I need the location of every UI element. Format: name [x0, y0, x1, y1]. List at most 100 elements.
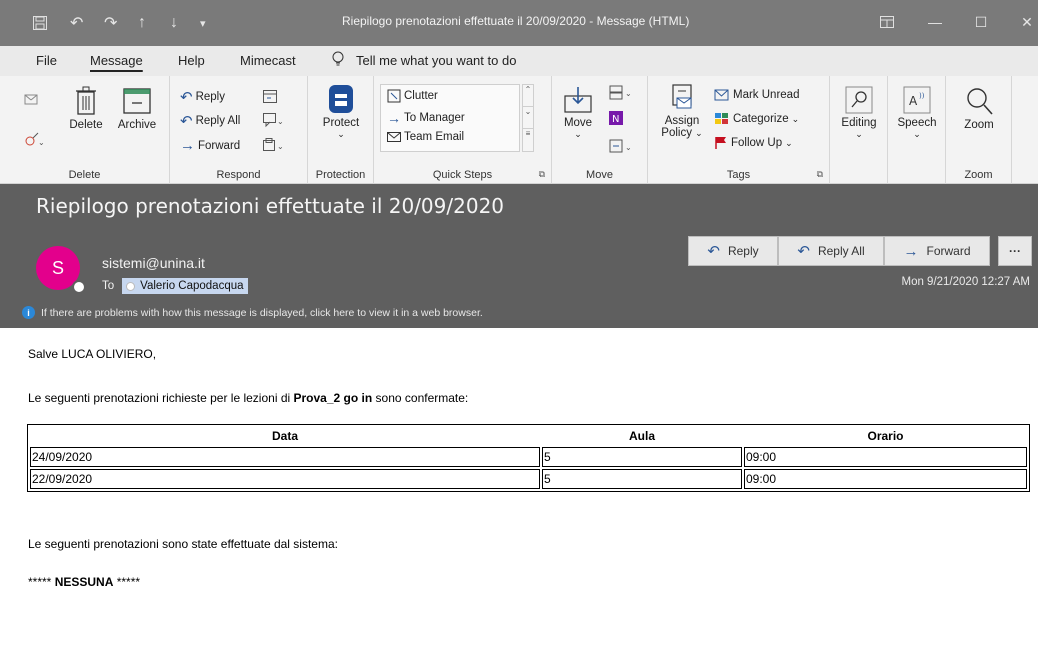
move-button[interactable]: Move ⌄ — [558, 86, 598, 140]
speech-button[interactable]: A)) Speech ⌄ — [892, 86, 942, 140]
tell-me-search[interactable]: Tell me what you want to do — [356, 53, 516, 68]
table-cell-room: 5 — [542, 447, 742, 467]
meeting-reply-icon[interactable] — [262, 88, 278, 104]
info-bar[interactable]: i If there are problems with how this me… — [22, 306, 483, 319]
editing-label: Editing — [841, 117, 877, 129]
dialog-launcher-icon[interactable]: ⧉ — [817, 169, 823, 180]
bookings-table: Data Aula Orario 24/09/2020 5 09:00 22/0… — [27, 424, 1030, 492]
sender-address[interactable]: sistemi@unina.it — [102, 255, 205, 271]
forward-arrow-icon: → — [180, 137, 195, 154]
policy-label: Policy — [661, 127, 692, 139]
clutter-icon — [387, 89, 401, 103]
group-label-protection: Protection — [315, 169, 366, 181]
svg-text:A: A — [909, 94, 918, 108]
assign-policy-button[interactable]: Assign Policy ⌄ — [656, 84, 708, 139]
more-actions-button[interactable]: ··· — [998, 236, 1032, 266]
svg-text:⌄: ⌄ — [277, 117, 284, 126]
flag-icon — [715, 137, 726, 149]
group-label-zoom: Zoom — [964, 169, 993, 181]
table-cell-room: 5 — [542, 469, 742, 489]
archive-button[interactable]: Archive — [112, 86, 162, 131]
forward-button[interactable]: → Forward — [180, 137, 240, 154]
actions-icon[interactable]: ⌄ — [608, 138, 634, 154]
svg-text:⌄: ⌄ — [277, 142, 284, 151]
close-icon[interactable]: ✕ — [1012, 10, 1038, 34]
categorize-button[interactable]: Categorize ⌄ — [714, 112, 799, 126]
tab-message[interactable]: Message — [90, 53, 143, 68]
group-respond: ↶ Reply ↶ Reply All → Forward ⌄ ⌄ Respon… — [170, 76, 308, 184]
group-editing: Editing ⌄ — [830, 76, 888, 184]
reply-all-button-header[interactable]: ↶ Reply All — [778, 236, 884, 266]
restore-ribbon-icon[interactable] — [872, 10, 902, 34]
delete-button[interactable]: Delete — [64, 86, 108, 131]
maximize-icon[interactable]: ☐ — [966, 10, 996, 34]
reply-button[interactable]: ↶ Reply — [180, 88, 225, 106]
speech-icon: A)) — [903, 86, 931, 114]
categorize-dropdown-icon: ⌄ — [791, 113, 800, 124]
group-label-tags: Tags — [726, 169, 751, 181]
mark-unread-button[interactable]: Mark Unread — [714, 88, 799, 102]
forward-label: Forward — [198, 139, 241, 152]
speech-dropdown-icon: ⌄ — [913, 129, 921, 139]
svg-text:⌄: ⌄ — [625, 143, 632, 152]
reply-icon: ↶ — [180, 89, 193, 106]
protect-button[interactable]: Protect ⌄ — [314, 84, 368, 140]
envelope-icon — [714, 89, 729, 101]
group-move: Move ⌄ ⌄ N ⌄ Move — [552, 76, 648, 184]
follow-up-button[interactable]: Follow Up ⌄ — [714, 136, 793, 150]
column-header: Orario — [867, 429, 904, 443]
editing-button[interactable]: Editing ⌄ — [834, 86, 884, 140]
intro-text-end: sono confermate: — [372, 391, 469, 405]
rules-icon[interactable]: ⌄ — [608, 84, 634, 100]
envelope-icon — [387, 132, 401, 142]
tab-help[interactable]: Help — [178, 53, 205, 68]
reply-button-header[interactable]: ↶ Reply — [688, 236, 778, 266]
down-arrow-icon[interactable]: ↓ — [170, 12, 178, 34]
follow-up-dropdown-icon: ⌄ — [785, 137, 793, 148]
minimize-icon[interactable]: — — [920, 10, 950, 34]
recipient-chip[interactable]: Valerio Capodacqua — [122, 278, 248, 294]
more-respond-icon[interactable]: ⌄ — [262, 137, 284, 153]
tab-mimecast[interactable]: Mimecast — [240, 53, 296, 68]
quick-step-team-email[interactable]: Team Email — [387, 131, 464, 143]
save-icon[interactable] — [32, 12, 48, 34]
quick-steps-scroll[interactable]: ⌃ ⌄ ≡ — [522, 84, 534, 152]
forward-label: Forward — [926, 244, 971, 258]
onenote-icon[interactable]: N — [608, 110, 624, 126]
course-name: Prova_2 go in — [293, 391, 373, 405]
forward-button-header[interactable]: → Forward — [884, 236, 990, 266]
zoom-label: Zoom — [964, 119, 994, 131]
svg-text:⌄: ⌄ — [625, 89, 632, 98]
recipient-name: Valerio Capodacqua — [140, 280, 244, 292]
group-label-respond: Respond — [216, 169, 261, 181]
tab-file[interactable]: File — [36, 53, 57, 68]
quick-step-label: To Manager — [404, 112, 465, 124]
quick-step-clutter[interactable]: Clutter — [387, 89, 438, 103]
im-reply-icon[interactable]: ⌄ — [262, 112, 284, 128]
assign-label: Assign — [664, 115, 700, 127]
info-bar-text: If there are problems with how this mess… — [41, 306, 483, 319]
dialog-launcher-icon[interactable]: ⧉ — [539, 169, 545, 180]
group-speech: A)) Speech ⌄ — [888, 76, 946, 184]
recipient-presence-icon — [126, 281, 136, 291]
table-row: 24/09/2020 5 09:00 — [30, 447, 1027, 467]
intro-paragraph: Le seguenti prenotazioni richieste per l… — [28, 391, 468, 405]
zoom-icon — [967, 88, 993, 115]
redo-icon[interactable]: ↷ — [104, 12, 117, 34]
reply-icon: ↶ — [707, 243, 720, 260]
group-zoom: Zoom Zoom — [946, 76, 1012, 184]
quick-step-to-manager[interactable]: → To Manager — [387, 110, 465, 126]
group-label-delete: Delete — [68, 169, 101, 181]
up-arrow-icon[interactable]: ↑ — [138, 12, 146, 34]
customize-icon[interactable]: ▾ — [200, 12, 206, 34]
reply-all-label: Reply All — [817, 244, 865, 258]
reply-all-button[interactable]: ↶ Reply All — [180, 112, 240, 130]
speech-label: Speech — [897, 117, 937, 129]
ignore-icon[interactable] — [24, 92, 38, 106]
cleanup-icon[interactable]: ⌄ — [24, 132, 44, 146]
mark-unread-label: Mark Unread — [733, 89, 800, 101]
group-label-quick-steps: Quick Steps — [432, 169, 493, 181]
undo-icon[interactable]: ↶ — [70, 12, 83, 34]
protect-icon — [329, 85, 353, 113]
zoom-button[interactable]: Zoom — [952, 86, 1006, 131]
